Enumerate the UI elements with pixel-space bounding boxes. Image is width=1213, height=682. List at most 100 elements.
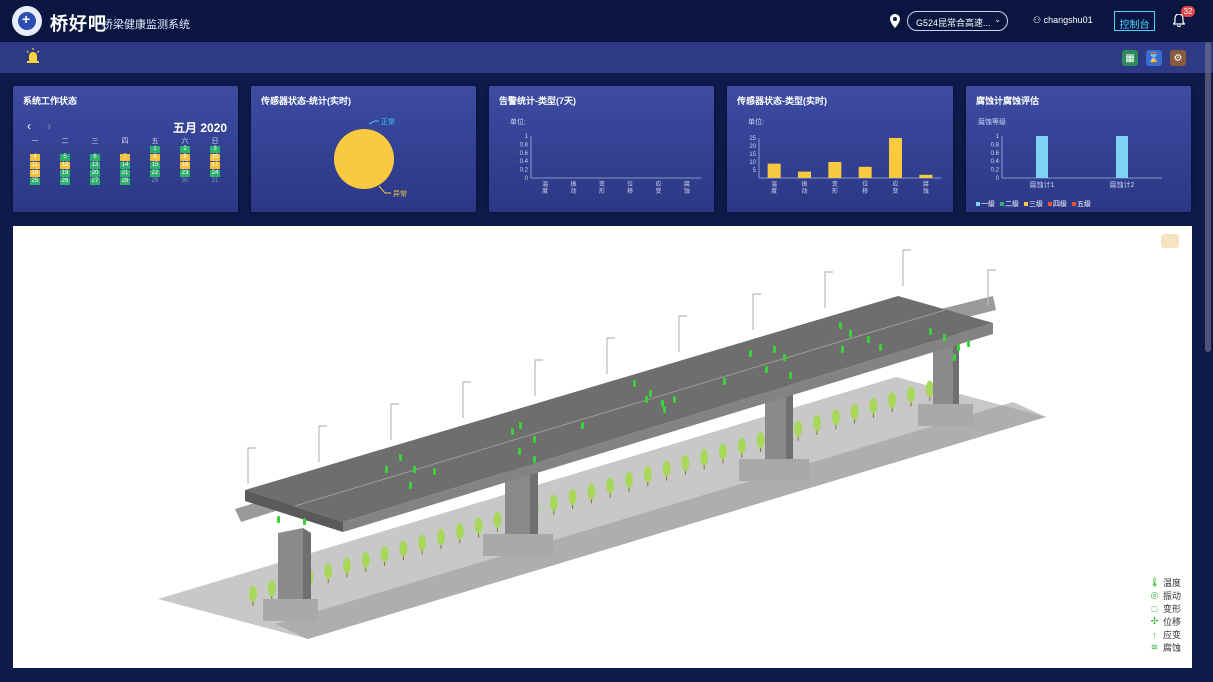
sensor-marker[interactable] [879, 344, 882, 351]
calendar-day[interactable]: 6 [90, 154, 100, 161]
legend-item[interactable]: □ 变形 [1149, 602, 1181, 615]
sensor-marker[interactable] [953, 354, 956, 361]
legend-label[interactable]: 一级 [981, 199, 995, 208]
sensor-marker[interactable] [385, 466, 388, 473]
calendar-day[interactable]: 19 [60, 170, 70, 177]
sensor-marker[interactable] [957, 344, 960, 351]
calendar-day[interactable]: 4 [30, 154, 40, 161]
sensor-marker[interactable] [723, 378, 726, 385]
calendar-day[interactable]: 21 [120, 170, 130, 177]
sensor-marker[interactable] [633, 380, 636, 387]
calendar-day[interactable]: 30 [180, 178, 190, 185]
calendar-day[interactable]: 10 [210, 154, 220, 161]
legend-label[interactable]: 五级 [1077, 199, 1091, 208]
sensor-marker[interactable] [929, 328, 932, 335]
sensor-marker[interactable] [399, 454, 402, 461]
calendar-day[interactable]: 1 [150, 146, 160, 153]
console-button[interactable]: 控制台 [1114, 11, 1155, 31]
calendar-day[interactable]: 8 [150, 154, 160, 161]
bar[interactable] [1116, 136, 1128, 178]
sensor-marker[interactable] [663, 406, 666, 413]
calendar-day[interactable]: 25 [30, 178, 40, 185]
sensor-marker[interactable] [841, 346, 844, 353]
calendar-day[interactable]: 22 [150, 170, 160, 177]
sensor-marker[interactable] [413, 466, 416, 473]
hourglass-icon[interactable]: ⌛ [1146, 50, 1162, 66]
legend-item[interactable]: ✣ 位移 [1149, 615, 1181, 628]
legend-item[interactable]: ◎ 振动 [1149, 589, 1181, 602]
alarm-light-icon[interactable] [26, 48, 40, 64]
calendar-day[interactable]: 17 [210, 162, 220, 169]
sensor-marker[interactable] [867, 336, 870, 343]
x-tick-label: 变 [655, 187, 661, 195]
sensor-marker[interactable] [849, 330, 852, 337]
sensor-marker[interactable] [518, 448, 521, 455]
sensor-marker[interactable] [749, 350, 752, 357]
sensor-marker[interactable] [277, 516, 280, 523]
sensor-marker[interactable] [673, 396, 676, 403]
next-month-button[interactable]: › [47, 119, 51, 133]
calendar-day[interactable]: 27 [90, 178, 100, 185]
calendar-day[interactable]: 14 [120, 162, 130, 169]
calendar-day[interactable]: 5 [60, 154, 70, 161]
sensor-marker[interactable] [661, 400, 664, 407]
user-account[interactable]: ⚇ changshu01 [1033, 15, 1093, 26]
sensor-marker[interactable] [645, 396, 648, 403]
bar[interactable] [858, 166, 872, 178]
sensor-marker[interactable] [773, 346, 776, 353]
sensor-marker[interactable] [581, 422, 584, 429]
calendar-day[interactable]: 7 [120, 154, 130, 161]
legend-label[interactable]: 三级 [1029, 199, 1043, 208]
sensor-marker[interactable] [519, 422, 522, 429]
bar[interactable] [798, 171, 811, 178]
bar[interactable] [767, 163, 781, 178]
sensor-marker[interactable] [533, 456, 536, 463]
calendar-day[interactable]: 20 [90, 170, 100, 177]
calendar-day[interactable]: 3 [210, 146, 220, 153]
sensor-marker[interactable] [967, 340, 970, 347]
app-logo[interactable] [12, 6, 42, 36]
calendar-day[interactable]: 2 [180, 146, 190, 153]
legend-item[interactable]: ≋ 腐蚀 [1149, 641, 1181, 654]
bar[interactable] [889, 138, 902, 178]
calendar-day[interactable]: 29 [150, 178, 160, 185]
bar[interactable] [919, 174, 933, 178]
sensor-marker[interactable] [511, 428, 514, 435]
site-selector[interactable]: G524昆常合高速... ⌄ [907, 11, 1008, 31]
calculator-icon[interactable]: ▦ [1122, 50, 1138, 66]
sensor-marker[interactable] [789, 372, 792, 379]
sensor-marker[interactable] [433, 468, 436, 475]
bar[interactable] [828, 162, 842, 178]
legend-label[interactable]: 四级 [1053, 199, 1067, 208]
sensor-marker[interactable] [943, 334, 946, 341]
calendar-day[interactable]: 23 [180, 170, 190, 177]
sensor-marker[interactable] [783, 354, 786, 361]
image-view-button[interactable] [1161, 234, 1179, 248]
sensor-marker[interactable] [765, 366, 768, 373]
x-tick-label: 温 [542, 180, 548, 188]
sensor-marker[interactable] [303, 518, 306, 525]
bridge-3d-model-view[interactable]: 🌡 温度 ◎ 振动 □ 变形 ✣ 位移 ↑ 应变 ≋ 腐蚀 [13, 226, 1192, 668]
legend-item[interactable]: 🌡 温度 [1149, 576, 1181, 589]
calendar-day[interactable]: 12 [60, 162, 70, 169]
calendar-day[interactable]: 24 [210, 170, 220, 177]
calendar-day[interactable]: 28 [120, 178, 130, 185]
sensor-marker[interactable] [649, 390, 652, 397]
calendar-day[interactable]: 9 [180, 154, 190, 161]
prev-month-button[interactable]: ‹ [27, 119, 31, 133]
legend-item[interactable]: ↑ 应变 [1149, 628, 1181, 641]
page-scrollbar[interactable] [1205, 42, 1211, 352]
calendar-day[interactable]: 13 [90, 162, 100, 169]
calendar-day[interactable]: 26 [60, 178, 70, 185]
sensor-marker[interactable] [839, 322, 842, 329]
calendar-day[interactable]: 18 [30, 170, 40, 177]
bar[interactable] [1036, 136, 1048, 178]
calendar-day[interactable]: 11 [30, 162, 40, 169]
gear-icon[interactable]: ⚙ [1170, 50, 1186, 66]
sensor-marker[interactable] [409, 482, 412, 489]
calendar-day[interactable]: 31 [210, 178, 220, 185]
calendar-day[interactable]: 16 [180, 162, 190, 169]
sensor-marker[interactable] [533, 436, 536, 443]
calendar-day[interactable]: 15 [150, 162, 160, 169]
legend-label[interactable]: 二级 [1005, 199, 1019, 208]
